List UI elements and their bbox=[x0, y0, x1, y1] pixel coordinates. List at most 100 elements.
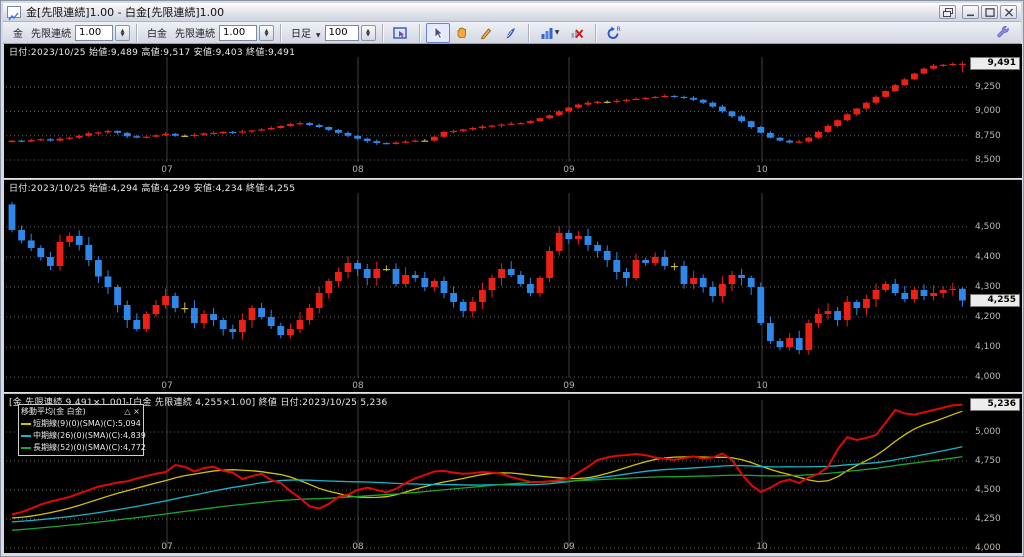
candle-body bbox=[796, 338, 803, 350]
y-axis-label: 8,500 bbox=[975, 155, 1001, 165]
spread-line-plot bbox=[4, 394, 1022, 553]
gold-ratio-input[interactable] bbox=[75, 25, 113, 41]
platinum-symbol-label: 白金 bbox=[147, 25, 167, 40]
candle-body bbox=[700, 278, 707, 287]
candle-body bbox=[268, 128, 275, 129]
candle-body bbox=[537, 118, 544, 121]
x-axis-label: 09 bbox=[563, 542, 574, 552]
candle-body bbox=[527, 121, 534, 123]
candle-body bbox=[172, 134, 179, 136]
candle-body bbox=[229, 132, 236, 133]
candle-body bbox=[729, 275, 736, 284]
settings-wrench-icon[interactable] bbox=[995, 24, 1009, 41]
gold-ratio-stepper[interactable]: ▲▼ bbox=[115, 25, 130, 41]
candle-body bbox=[594, 245, 601, 251]
candle-body bbox=[575, 105, 582, 108]
candle-body bbox=[892, 284, 899, 293]
reload-button[interactable]: R bbox=[602, 23, 626, 43]
hand-tool-button[interactable] bbox=[450, 23, 474, 43]
spread-chart-panel: [金 先限連続 9,491×1.00]-[白金 先限連続 4,255×1.00]… bbox=[4, 394, 1022, 553]
candle-body bbox=[47, 257, 54, 266]
candle-body bbox=[853, 109, 860, 115]
toolbar-separator bbox=[419, 24, 420, 42]
candle-body bbox=[162, 134, 169, 135]
gold-chart-panel: 日付:2023/10/25 始値:9,489 高値:9,517 安値:9,403… bbox=[4, 44, 1022, 178]
candle-body bbox=[777, 138, 784, 141]
legend-minimize-button[interactable]: △ bbox=[123, 407, 132, 416]
candle-body bbox=[949, 289, 956, 290]
indicator-menu-button[interactable]: ▼ bbox=[535, 23, 565, 43]
pencil-tool-button[interactable] bbox=[474, 23, 498, 43]
mid-ma-swatch bbox=[21, 435, 31, 437]
x-axis-label: 07 bbox=[161, 381, 172, 391]
candle-body bbox=[527, 284, 534, 293]
candle-body bbox=[277, 126, 284, 128]
candle-body bbox=[431, 137, 438, 141]
moving-average-legend: 移動平均(金 白金) △ × 短期線(9)(0)(SMA)(C):5,094 中… bbox=[18, 404, 144, 456]
candle-body bbox=[191, 308, 198, 323]
candle-body bbox=[364, 269, 371, 278]
app-window: 金[先限連続]1.00 - 白金[先限連続]1.00 金 先限連続 ▲▼ 白金 … bbox=[0, 0, 1024, 557]
x-axis-label: 10 bbox=[756, 165, 767, 175]
candle-body bbox=[9, 141, 16, 142]
minimize-button[interactable] bbox=[962, 5, 979, 19]
candle-body bbox=[66, 236, 73, 242]
candle-body bbox=[757, 287, 764, 323]
candle-body bbox=[498, 125, 505, 126]
candle-body bbox=[613, 260, 620, 272]
candle-body bbox=[479, 290, 486, 302]
candle-body bbox=[604, 251, 611, 260]
candle-body bbox=[383, 143, 390, 144]
candle-body bbox=[431, 281, 438, 287]
candle-body bbox=[239, 131, 246, 132]
bar-count-stepper[interactable]: ▲▼ bbox=[361, 25, 376, 41]
candle-body bbox=[124, 133, 131, 136]
candle-body bbox=[815, 132, 822, 138]
x-axis-label: 09 bbox=[563, 165, 574, 175]
gold-candle-plot bbox=[4, 44, 1022, 178]
interval-dropdown[interactable]: 日足 ▼ bbox=[291, 25, 321, 40]
y-axis-label: 4,000 bbox=[975, 543, 1001, 553]
maximize-button[interactable] bbox=[981, 5, 998, 19]
candle-body bbox=[373, 141, 380, 143]
svg-text:R: R bbox=[617, 26, 621, 33]
candle-body bbox=[412, 275, 419, 278]
data-view-button[interactable] bbox=[389, 23, 413, 43]
candle-body bbox=[469, 302, 476, 311]
platinum-ratio-stepper[interactable]: ▲▼ bbox=[259, 25, 274, 41]
candle-body bbox=[671, 96, 678, 97]
candle-body bbox=[316, 293, 323, 308]
candle-body bbox=[863, 103, 870, 109]
candle-body bbox=[316, 125, 323, 127]
candle-body bbox=[652, 257, 659, 263]
gold-series-label: 先限連続 bbox=[31, 25, 71, 40]
candle-body bbox=[335, 130, 342, 133]
candle-body bbox=[517, 275, 524, 284]
pencil-icon bbox=[479, 26, 493, 40]
candle-body bbox=[777, 341, 784, 347]
candle-body bbox=[489, 278, 496, 290]
title-bar[interactable]: 金[先限連続]1.00 - 白金[先限連続]1.00 bbox=[3, 3, 1021, 22]
delete-study-button[interactable] bbox=[565, 23, 589, 43]
legend-close-button[interactable]: × bbox=[132, 407, 141, 416]
y-axis-label: 4,000 bbox=[975, 372, 1001, 382]
candle-body bbox=[585, 236, 592, 245]
close-button[interactable] bbox=[1000, 5, 1017, 19]
candle-body bbox=[949, 64, 956, 65]
cursor-tool-button[interactable] bbox=[426, 23, 450, 43]
candle-body bbox=[249, 130, 256, 131]
platinum-ratio-input[interactable] bbox=[219, 25, 257, 41]
bar-count-input[interactable] bbox=[325, 25, 359, 41]
candle-body bbox=[719, 284, 726, 296]
candle-body bbox=[354, 136, 361, 139]
candle-body bbox=[633, 99, 640, 100]
popup-window-button[interactable] bbox=[939, 5, 956, 19]
candle-body bbox=[450, 293, 457, 302]
toolbar: 金 先限連続 ▲▼ 白金 先限連続 ▲▼ 日足 ▼ ▲▼ bbox=[3, 22, 1021, 44]
toolbar-separator bbox=[382, 24, 383, 42]
candle-body bbox=[325, 127, 332, 130]
pen-tool-button[interactable] bbox=[498, 23, 522, 43]
candle-body bbox=[469, 128, 476, 129]
toolbar-separator bbox=[595, 24, 596, 42]
candle-body bbox=[729, 111, 736, 116]
